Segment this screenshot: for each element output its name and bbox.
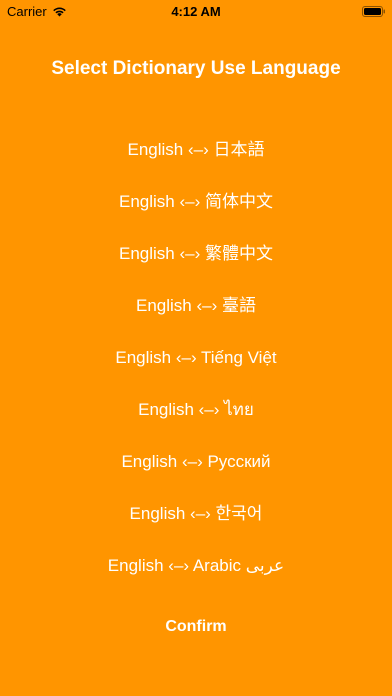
language-option-traditional-chinese[interactable]: English ‹–› 繁體中文 [0,242,392,294]
language-option-thai[interactable]: English ‹–› ไทย [0,398,392,450]
language-option-simplified-chinese[interactable]: English ‹–› 简体中文 [0,190,392,242]
language-option-arabic[interactable]: English ‹–› Arabic عربى [0,554,392,606]
language-option-korean[interactable]: English ‹–› 한국어 [0,502,392,554]
language-option-russian[interactable]: English ‹–› Русский [0,450,392,502]
page-title: Select Dictionary Use Language [51,58,341,79]
status-bar: Carrier 4:12 AM [0,0,392,22]
confirm-button[interactable]: Confirm [146,613,246,641]
status-time: 4:12 AM [171,4,221,19]
language-option-vietnamese[interactable]: English ‹–› Tiếng Việt [0,346,392,398]
language-option-japanese[interactable]: English ‹–› 日本語 [0,138,392,190]
battery-icon [362,6,385,17]
language-option-taiwanese[interactable]: English ‹–› 臺語 [0,294,392,346]
language-list: English ‹–› 日本語 English ‹–› 简体中文 English… [0,138,392,606]
